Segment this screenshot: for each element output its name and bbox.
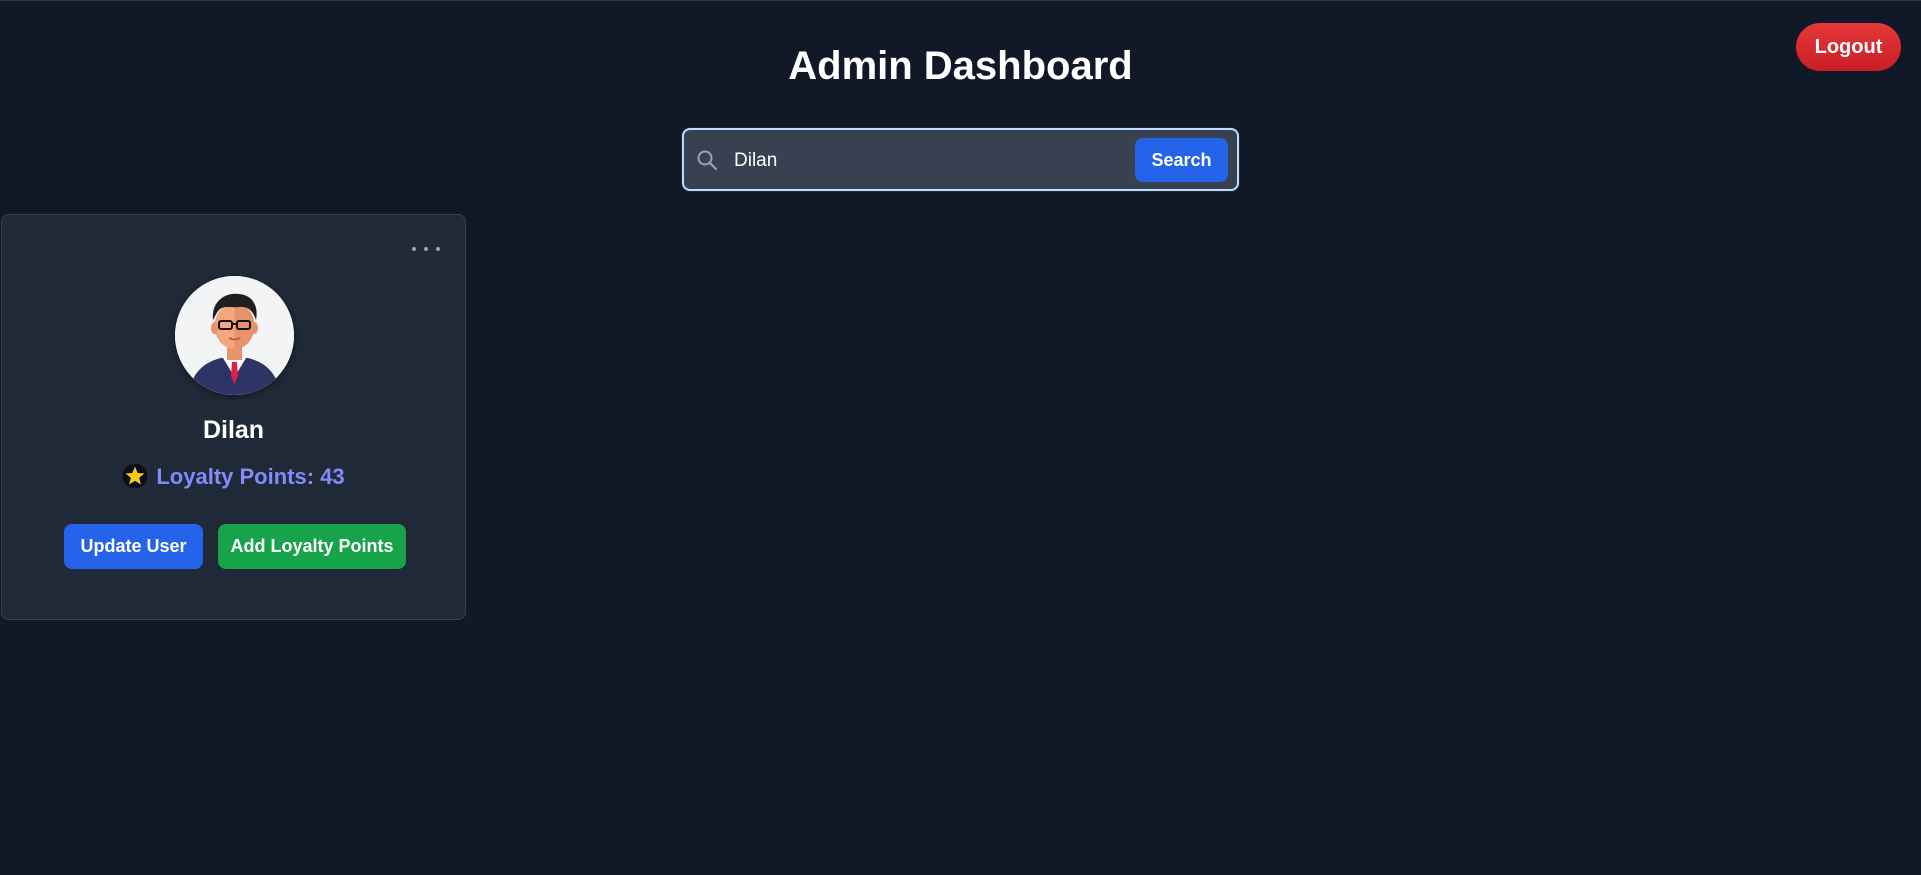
star-icon xyxy=(122,463,148,489)
user-card: Dilan Loyalty Points: 43 Update User Add… xyxy=(1,214,466,620)
loyalty-points-label: Loyalty Points: 43 xyxy=(156,464,345,489)
update-user-button[interactable]: Update User xyxy=(64,524,203,569)
avatar xyxy=(175,276,294,395)
page-title: Admin Dashboard xyxy=(788,44,1133,88)
add-loyalty-points-button[interactable]: Add Loyalty Points xyxy=(218,524,406,569)
user-name: Dilan xyxy=(202,416,265,444)
search-icon xyxy=(696,149,718,171)
card-actions: Update User Add Loyalty Points xyxy=(64,524,406,569)
search-button[interactable]: Search xyxy=(1135,138,1228,182)
admin-dashboard-page: Logout Admin Dashboard Search xyxy=(0,0,1921,875)
more-options-icon[interactable] xyxy=(412,241,440,257)
search-input[interactable] xyxy=(732,140,1096,182)
search-bar: Search xyxy=(682,128,1239,191)
loyalty-points: Loyalty Points: 43 xyxy=(2,462,465,492)
